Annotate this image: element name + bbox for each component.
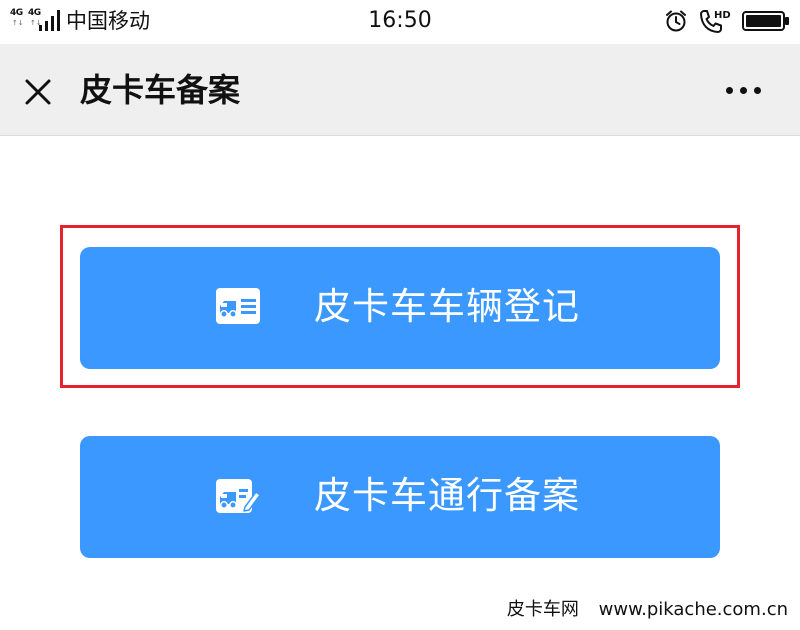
traffic-filing-button[interactable]: 皮卡车通行备案 <box>80 436 720 558</box>
app-screen: 4G ↑↓ 4G ↑↓ 中国移动 16:50 HD 皮卡车备案 皮卡车车辆登记 … <box>0 0 800 630</box>
close-icon <box>25 79 51 105</box>
page-title: 皮卡车备案 <box>80 71 241 109</box>
watermark-url: www.pikache.com.cn <box>598 599 788 620</box>
more-dots-icon <box>754 87 761 94</box>
vehicle-registration-button[interactable]: 皮卡车车辆登记 <box>80 247 720 369</box>
vehicle-card-icon <box>216 288 260 324</box>
vehicle-registration-label: 皮卡车车辆登记 <box>314 285 580 328</box>
traffic-filing-label: 皮卡车通行备案 <box>314 474 580 517</box>
hd-call-icon: HD <box>700 10 731 33</box>
nav-bar: 皮卡车备案 <box>0 44 800 136</box>
network-badge-1: 4G <box>10 8 23 18</box>
alarm-clock-icon <box>666 10 686 32</box>
vehicle-edit-icon <box>216 479 261 513</box>
close-button[interactable] <box>18 72 58 112</box>
hd-badge: HD <box>714 10 731 21</box>
more-dots-icon <box>726 87 733 94</box>
watermark: 皮卡车网 www.pikache.com.cn <box>507 598 788 622</box>
status-bar: 4G ↑↓ 4G ↑↓ 中国移动 16:50 HD <box>0 0 800 44</box>
data-arrows-icon: ↑↓ <box>12 19 24 27</box>
more-button[interactable] <box>716 74 770 106</box>
signal-strength-icon <box>39 10 60 31</box>
battery-icon <box>742 11 789 31</box>
watermark-site-name: 皮卡车网 <box>506 599 579 620</box>
more-dots-icon <box>740 87 747 94</box>
carrier-name: 中国移动 <box>66 9 150 33</box>
